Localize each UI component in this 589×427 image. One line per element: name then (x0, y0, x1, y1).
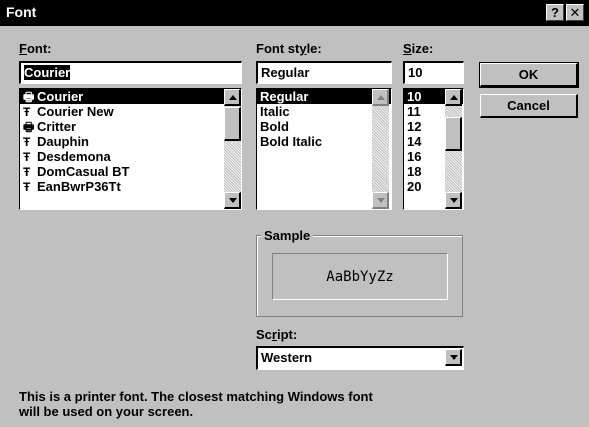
font-scroll-thumb[interactable] (224, 107, 241, 141)
list-item-label: Critter (37, 119, 77, 134)
truetype-icon: Ŧ (23, 165, 31, 179)
font-style-label: Font style: (256, 41, 322, 56)
list-item[interactable]: 🖶 Courier (20, 89, 241, 104)
list-item[interactable]: Bold Italic (257, 134, 391, 149)
ok-button[interactable]: OK (479, 62, 579, 88)
list-item[interactable]: Ŧ Desdemona (20, 149, 241, 164)
font-scroll-up-button[interactable] (224, 89, 241, 106)
close-icon: ✕ (569, 5, 581, 20)
font-list[interactable]: 🖶 Courier Ŧ Courier New 🖶 Critter Ŧ Dauphin Ŧ Des… (19, 88, 242, 210)
truetype-icon: Ŧ (23, 105, 31, 119)
list-item[interactable]: Italic (257, 104, 391, 119)
truetype-icon: Ŧ (23, 150, 31, 164)
sample-caption: Sample (261, 228, 314, 243)
list-item-label: DomCasual BT (37, 164, 130, 179)
chevron-down-icon (450, 355, 458, 360)
font-list-scrollbar[interactable] (224, 89, 241, 209)
list-item[interactable]: Ŧ DomCasual BT (20, 164, 241, 179)
style-scroll-down-button[interactable] (372, 192, 389, 209)
script-select[interactable]: Western (256, 346, 464, 370)
font-info-text: This is a printer font. The closest matc… (19, 389, 373, 419)
list-item[interactable]: Regular (257, 89, 391, 104)
truetype-icon: Ŧ (23, 180, 31, 194)
list-item[interactable]: Ŧ Dauphin (20, 134, 241, 149)
size-label: Size: (403, 41, 434, 56)
sample-preview: AaBbYyZz (272, 253, 448, 300)
close-button[interactable]: ✕ (566, 4, 584, 21)
help-button[interactable]: ? (546, 4, 564, 21)
size-list-scrollbar[interactable] (445, 89, 462, 209)
size-input[interactable]: 10 (403, 61, 464, 84)
arrow-up-icon (229, 95, 237, 100)
font-name-input[interactable]: Courier (19, 61, 242, 84)
size-scroll-down-button[interactable] (445, 192, 462, 209)
printer-font-icon: 🖶 (23, 90, 35, 104)
list-item-label: Dauphin (37, 134, 89, 149)
style-list-scrollbar[interactable] (372, 89, 389, 209)
arrow-up-icon (377, 95, 385, 100)
window-title: Font (6, 4, 37, 20)
arrow-down-icon (377, 198, 385, 203)
printer-font-icon: 🖶 (23, 120, 35, 134)
font-label: Font: (19, 41, 52, 56)
font-scroll-down-button[interactable] (224, 192, 241, 209)
script-label: Script: (256, 327, 298, 342)
list-item[interactable]: Bold (257, 119, 391, 134)
truetype-icon: Ŧ (23, 135, 31, 149)
cancel-button[interactable]: Cancel (480, 94, 578, 118)
style-scroll-up-button[interactable] (372, 89, 389, 106)
list-item-label: Courier (37, 89, 84, 104)
list-item-label: Desdemona (37, 149, 111, 164)
arrow-down-icon (229, 198, 237, 203)
size-scroll-thumb[interactable] (445, 117, 462, 151)
list-item[interactable]: Ŧ Courier New (20, 104, 241, 119)
arrow-up-icon (450, 95, 458, 100)
list-item[interactable]: 🖶 Critter (20, 119, 241, 134)
list-item[interactable]: Ŧ EanBwrP36Tt (20, 179, 241, 194)
list-item-label: EanBwrP36Tt (37, 179, 121, 194)
sample-text: AaBbYyZz (326, 268, 394, 285)
arrow-down-icon (450, 198, 458, 203)
list-item-label: Courier New (37, 104, 114, 119)
title-bar[interactable]: Font ? ✕ (0, 0, 589, 26)
size-scroll-up-button[interactable] (445, 89, 462, 106)
font-style-input[interactable]: Regular (256, 61, 392, 84)
script-dropdown-button[interactable] (445, 349, 462, 366)
